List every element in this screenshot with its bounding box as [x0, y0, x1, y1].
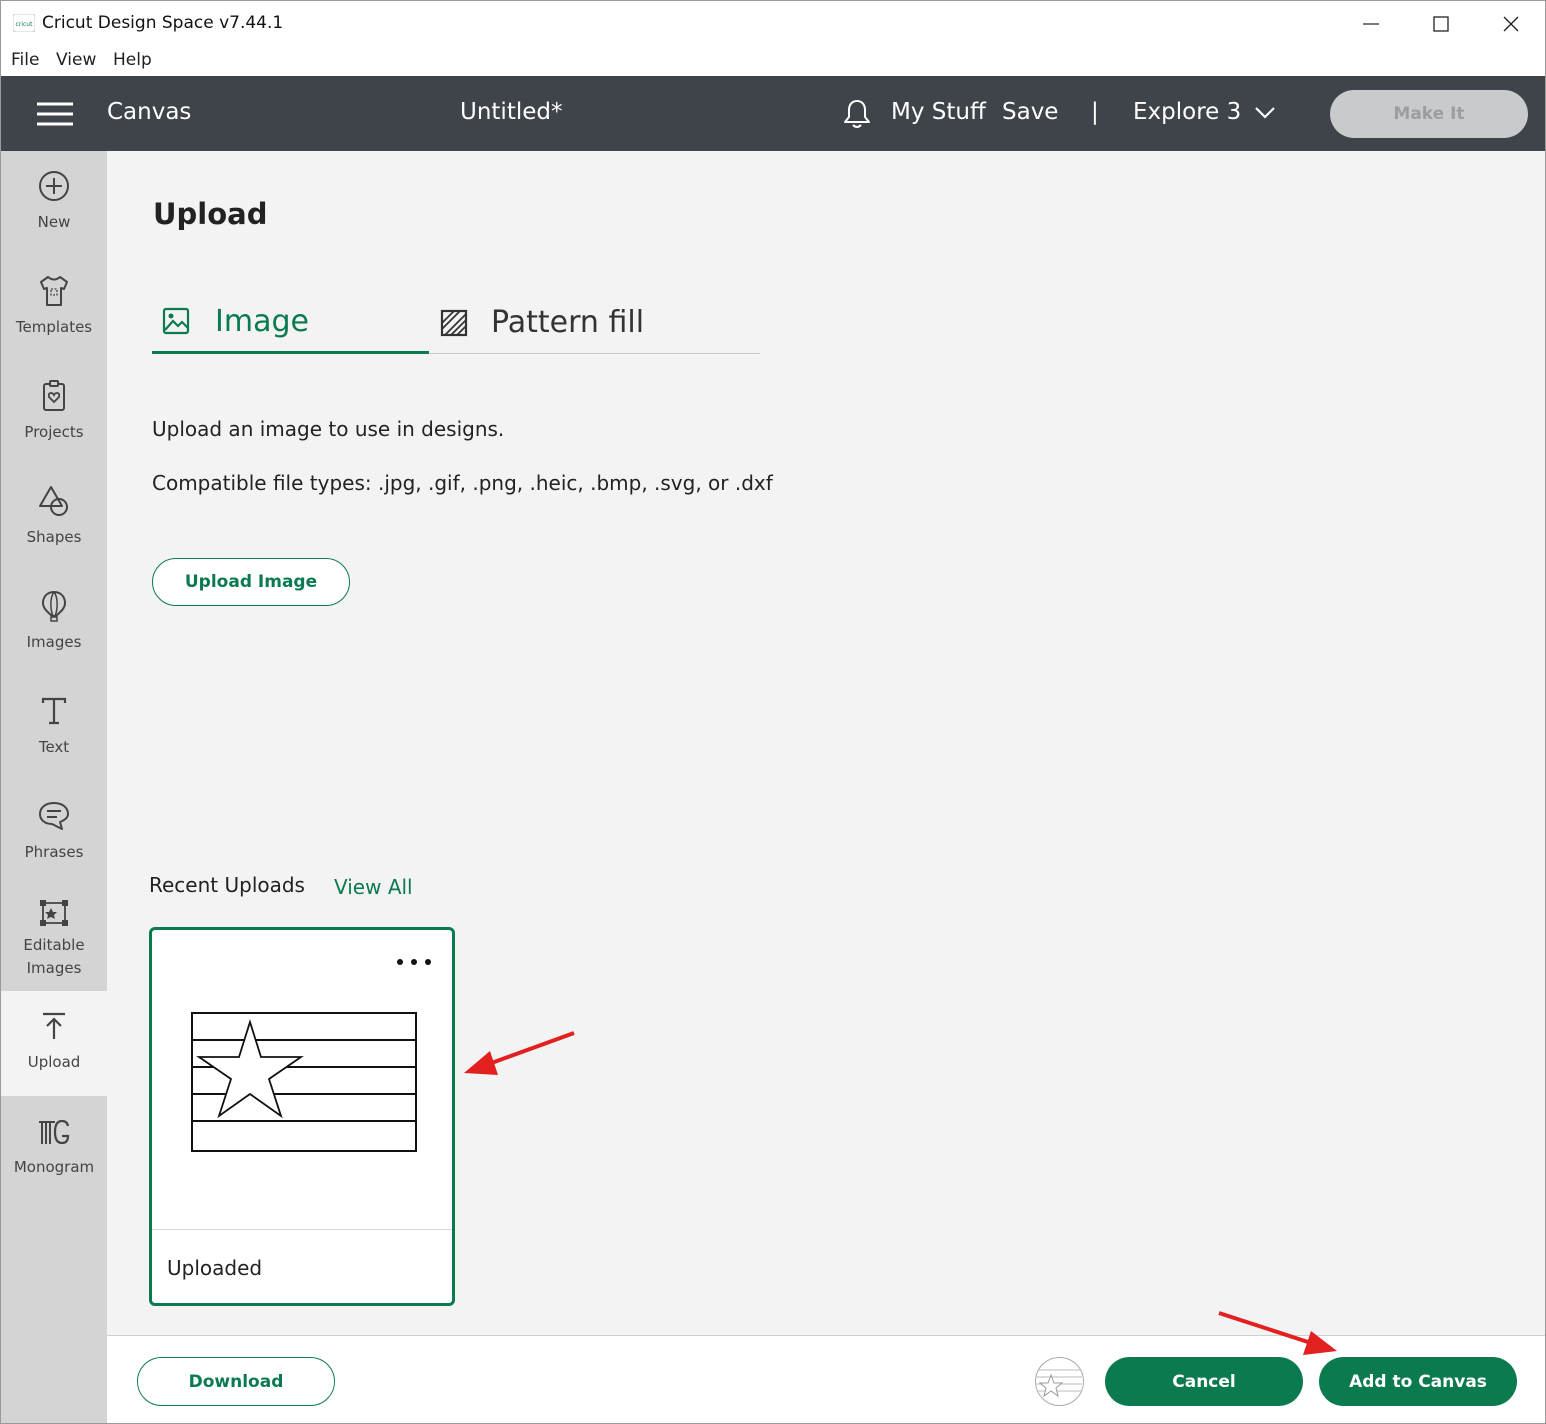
- close-button[interactable]: [1476, 1, 1545, 47]
- close-icon: [1503, 16, 1519, 32]
- upload-description: Upload an image to use in designs.: [152, 417, 505, 441]
- sidebar-label: Projects: [24, 423, 84, 441]
- sidebar-label: Upload: [27, 1053, 81, 1071]
- tab-pattern-fill-label: Pattern fill: [491, 305, 645, 340]
- shirt-icon: [40, 276, 68, 306]
- add-to-canvas-button[interactable]: Add to Canvas: [1319, 1357, 1517, 1406]
- sidebar-label: Templates: [15, 318, 93, 336]
- image-icon: [162, 307, 190, 335]
- panel-footer: Download Cancel Add to Canvas: [107, 1335, 1545, 1423]
- minimize-button[interactable]: [1336, 1, 1406, 47]
- maximize-icon: [1433, 16, 1449, 32]
- upload-panel: Upload Image Pattern fill Upload an imag…: [107, 151, 1545, 1335]
- sidebar-label: Monogram: [13, 1158, 95, 1176]
- machine-selector[interactable]: Explore 3: [1133, 99, 1241, 125]
- shapes-icon: [39, 486, 68, 516]
- recent-uploads-label: Recent Uploads: [149, 873, 305, 897]
- star-flag-thumbnail: [191, 1012, 417, 1152]
- save-link[interactable]: Save: [1002, 99, 1058, 125]
- upload-image-button[interactable]: Upload Image: [152, 558, 350, 606]
- balloon-icon: [41, 590, 67, 622]
- sidebar-item-text[interactable]: Text: [1, 676, 107, 781]
- sidebar-item-editable-images[interactable]: Editable Images: [1, 886, 107, 991]
- sidebar-label: Shapes: [26, 528, 82, 546]
- compatible-file-types: Compatible file types: .jpg, .gif, .png,…: [152, 471, 773, 495]
- my-stuff-link[interactable]: My Stuff: [891, 99, 986, 125]
- plus-circle-icon: [39, 171, 69, 201]
- tab-image-label: Image: [215, 303, 309, 339]
- window-title: Cricut Design Space v7.44.1: [42, 13, 284, 33]
- notification-bell-icon[interactable]: [842, 98, 872, 130]
- upload-icon: [43, 1012, 65, 1039]
- section-title: Canvas: [107, 99, 192, 125]
- sidebar-item-templates[interactable]: Templates: [1, 256, 107, 361]
- card-divider: [152, 1229, 452, 1230]
- sidebar-label: Text: [38, 738, 70, 756]
- hamburger-menu-icon[interactable]: [36, 101, 74, 127]
- sidebar-label: Phrases: [24, 843, 84, 861]
- cancel-button[interactable]: Cancel: [1105, 1357, 1303, 1406]
- tab-image[interactable]: Image: [152, 291, 429, 354]
- recent-upload-label: Uploaded: [167, 1256, 263, 1280]
- speech-bubble-icon: [39, 802, 69, 830]
- make-it-button[interactable]: Make It: [1330, 90, 1528, 138]
- sidebar-item-phrases[interactable]: Phrases: [1, 781, 107, 886]
- menu-file[interactable]: File: [11, 50, 39, 70]
- svg-text:cricut: cricut: [16, 21, 34, 28]
- sidebar-item-images[interactable]: Images: [1, 571, 107, 676]
- selected-image-preview: [1035, 1357, 1084, 1406]
- sidebar-label: Editable Images: [23, 934, 84, 980]
- text-icon: [41, 697, 67, 725]
- cricut-logo-icon: cricut: [13, 14, 35, 32]
- project-icon: [43, 380, 65, 411]
- recent-upload-card[interactable]: Uploaded: [149, 927, 455, 1306]
- app-window: cricut Cricut Design Space v7.44.1 File …: [0, 0, 1546, 1424]
- sidebar-item-shapes[interactable]: Shapes: [1, 466, 107, 571]
- sidebar-label: Images: [26, 633, 82, 651]
- maximize-button[interactable]: [1406, 1, 1476, 47]
- sidebar-item-projects[interactable]: Projects: [1, 361, 107, 466]
- star-flag-preview-icon: [1036, 1369, 1082, 1398]
- menu-bar: File View Help: [1, 47, 1545, 76]
- sidebar-label-line2: Images: [26, 959, 82, 977]
- menu-help[interactable]: Help: [113, 50, 152, 70]
- sidebar-item-upload[interactable]: Upload: [1, 991, 107, 1096]
- tab-pattern-fill[interactable]: Pattern fill: [439, 291, 644, 354]
- sidebar-label-line1: Editable: [23, 936, 85, 954]
- sidebar: New Templates Projects Shapes Images Tex…: [1, 151, 107, 1423]
- download-button[interactable]: Download: [137, 1357, 335, 1406]
- panel-title: Upload: [153, 197, 268, 231]
- monogram-icon: [39, 1119, 70, 1145]
- more-options-icon[interactable]: [397, 956, 431, 968]
- sidebar-item-new[interactable]: New: [1, 151, 107, 256]
- header-separator: |: [1091, 99, 1099, 125]
- minimize-icon: [1363, 23, 1379, 25]
- pattern-icon: [440, 309, 468, 336]
- title-bar: cricut Cricut Design Space v7.44.1: [1, 1, 1545, 47]
- document-title[interactable]: Untitled*: [460, 99, 562, 125]
- app-header: Canvas Untitled* My Stuff Save | Explore…: [1, 76, 1545, 151]
- chevron-down-icon[interactable]: [1254, 106, 1276, 120]
- sidebar-label: New: [37, 213, 71, 231]
- sidebar-item-monogram[interactable]: Monogram: [1, 1096, 107, 1201]
- menu-view[interactable]: View: [56, 50, 96, 70]
- view-all-link[interactable]: View All: [334, 875, 413, 899]
- editable-images-icon: [40, 900, 68, 926]
- upload-tabs: Image Pattern fill: [152, 291, 760, 354]
